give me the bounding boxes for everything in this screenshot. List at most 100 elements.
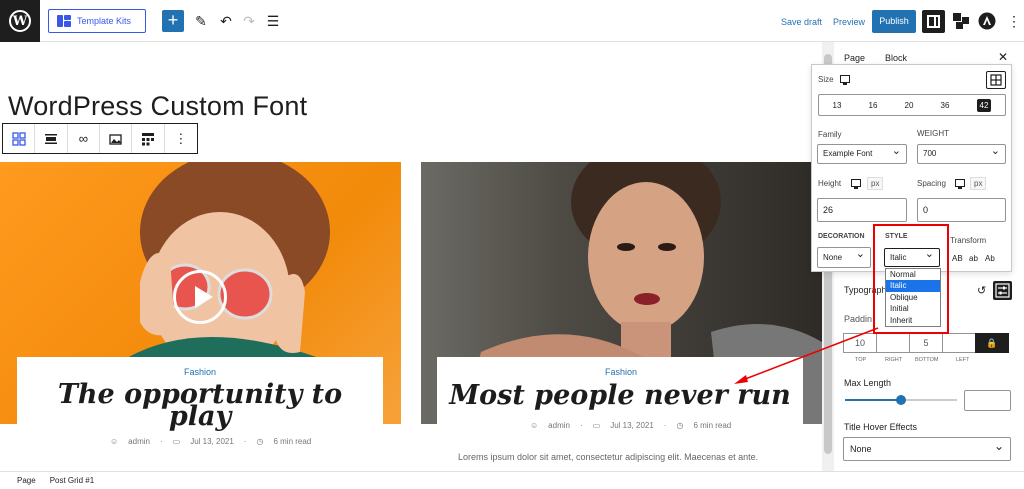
desktop-icon[interactable] — [840, 75, 850, 85]
card-date: Jul 13, 2021 — [610, 421, 654, 430]
size-unit-toggle[interactable] — [986, 71, 1006, 89]
template-kits-label: Template Kits — [77, 16, 132, 26]
size-option[interactable]: 36 — [941, 101, 950, 110]
more-options-icon[interactable]: ⋮ — [1005, 12, 1023, 30]
padding-right-input[interactable] — [876, 333, 910, 353]
padding-label: Paddin — [844, 314, 873, 324]
wordpress-logo-button[interactable]: W — [0, 0, 40, 42]
redo-icon[interactable]: ↷ — [240, 12, 258, 30]
typography-settings-button[interactable] — [993, 281, 1012, 300]
tab-page[interactable]: Page — [844, 53, 865, 63]
desktop-icon[interactable] — [955, 179, 965, 189]
wordpress-icon: W — [9, 10, 31, 32]
separator: · — [663, 421, 667, 430]
settings-icon — [927, 15, 940, 28]
max-length-slider-fill — [845, 399, 901, 401]
grid-icon — [990, 74, 1002, 86]
highlight-box — [873, 224, 949, 334]
astra-icon[interactable] — [978, 12, 996, 30]
size-presets: 13 16 20 36 42 — [818, 94, 1006, 116]
transform-capitalize-button[interactable]: Ab — [985, 254, 995, 263]
decoration-select[interactable]: None — [817, 245, 871, 268]
add-block-button[interactable]: + — [162, 10, 184, 32]
save-draft-button[interactable]: Save draft — [781, 17, 822, 27]
post-title[interactable]: WordPress Custom Font — [8, 91, 307, 122]
link-icon[interactable]: ∞ — [68, 124, 101, 153]
letter-spacing-input[interactable]: 0 — [917, 198, 1006, 222]
top-toolbar — [0, 0, 1024, 42]
sliders-icon — [995, 283, 1010, 298]
spacing-label: Spacing — [917, 179, 946, 188]
transform-uppercase-button[interactable]: AB — [952, 254, 963, 263]
card-headline-line1[interactable]: Most people never run — [447, 382, 793, 409]
block-more-options-icon[interactable]: ⋮ — [165, 124, 197, 153]
transform-lowercase-button[interactable]: ab — [969, 254, 978, 263]
font-family-select[interactable]: Example Font — [817, 142, 907, 164]
height-label: Height — [818, 179, 842, 188]
block-toolbar: ∞ ⋮ — [2, 123, 198, 154]
template-kits-button[interactable]: Template Kits — [48, 9, 146, 33]
padding-bottom-input[interactable]: 5 — [909, 333, 943, 353]
publish-button[interactable]: Publish — [872, 10, 916, 33]
play-icon[interactable] — [173, 270, 227, 324]
title-hover-select[interactable]: None — [843, 435, 1011, 461]
preview-button[interactable]: Preview — [833, 17, 865, 27]
clock-icon: ◷ — [676, 421, 684, 430]
card-category[interactable]: Fashion — [605, 367, 637, 377]
separator: · — [579, 421, 583, 430]
separator: · — [243, 437, 247, 446]
padding-sublabel-right: RIGHT — [885, 357, 903, 363]
calendar-icon: ▭ — [172, 437, 181, 446]
block-type-grid-icon[interactable] — [3, 124, 36, 153]
image-icon[interactable] — [100, 124, 133, 153]
size-label: Size — [818, 75, 834, 84]
card-author[interactable]: admin — [128, 437, 150, 446]
desktop-icon[interactable] — [851, 179, 861, 189]
weight-label: WEIGHT — [917, 129, 949, 138]
separator: · — [159, 437, 163, 446]
padding-sublabel-left: LEFT — [956, 357, 970, 363]
clock-icon: ◷ — [256, 437, 264, 446]
breadcrumb: Page Post Grid #1 — [0, 471, 1024, 489]
list-view-icon[interactable]: ☰ — [264, 12, 282, 30]
padding-left-input[interactable] — [942, 333, 976, 353]
card-excerpt: Lorems ipsum dolor sit amet, consectetur… — [458, 452, 759, 462]
max-length-input[interactable] — [964, 390, 1011, 411]
card-headline-line2[interactable]: play — [40, 403, 360, 430]
author-icon: ☺ — [110, 437, 119, 446]
calendar-icon: ▭ — [592, 421, 601, 430]
card-meta: ☺ admin · ▭ Jul 13, 2021 · ◷ 6 min read — [110, 437, 311, 446]
breadcrumb-post-grid[interactable]: Post Grid #1 — [50, 476, 94, 485]
transform-label: Transform — [950, 236, 987, 245]
line-height-input[interactable]: 26 — [817, 198, 907, 222]
align-icon[interactable] — [35, 124, 68, 153]
padding-sublabel-bottom: BOTTOM — [915, 357, 939, 363]
card-read-time: 6 min read — [693, 421, 732, 430]
size-option[interactable]: 16 — [869, 101, 878, 110]
author-icon: ☺ — [530, 421, 539, 430]
table-layout-icon[interactable] — [132, 124, 165, 153]
size-option[interactable]: 13 — [833, 101, 842, 110]
height-unit[interactable]: px — [867, 177, 884, 190]
font-weight-select[interactable]: 700 — [917, 142, 1006, 164]
undo-icon[interactable]: ↶ — [217, 12, 235, 30]
reset-icon[interactable]: ↺ — [977, 284, 986, 297]
family-label: Family — [818, 130, 842, 139]
size-option-selected[interactable]: 42 — [976, 98, 992, 112]
settings-button[interactable] — [922, 10, 945, 33]
lock-icon[interactable]: 🔒 — [975, 333, 1009, 353]
tab-block[interactable]: Block — [885, 53, 907, 63]
decoration-label: DECORATION — [818, 233, 865, 240]
spacing-unit[interactable]: px — [970, 177, 987, 190]
card-category[interactable]: Fashion — [184, 367, 216, 377]
card-date: Jul 13, 2021 — [190, 437, 234, 446]
size-option[interactable]: 20 — [905, 101, 914, 110]
annotation-arrow — [734, 327, 879, 384]
pen-icon[interactable]: ✎ — [192, 12, 210, 30]
card-author[interactable]: admin — [548, 421, 570, 430]
close-icon[interactable]: ✕ — [998, 50, 1008, 64]
breadcrumb-page[interactable]: Page — [17, 476, 36, 485]
blocks-plugin-icon[interactable] — [952, 12, 970, 30]
title-hover-label: Title Hover Effects — [844, 422, 918, 432]
max-length-slider-handle[interactable] — [896, 395, 906, 405]
